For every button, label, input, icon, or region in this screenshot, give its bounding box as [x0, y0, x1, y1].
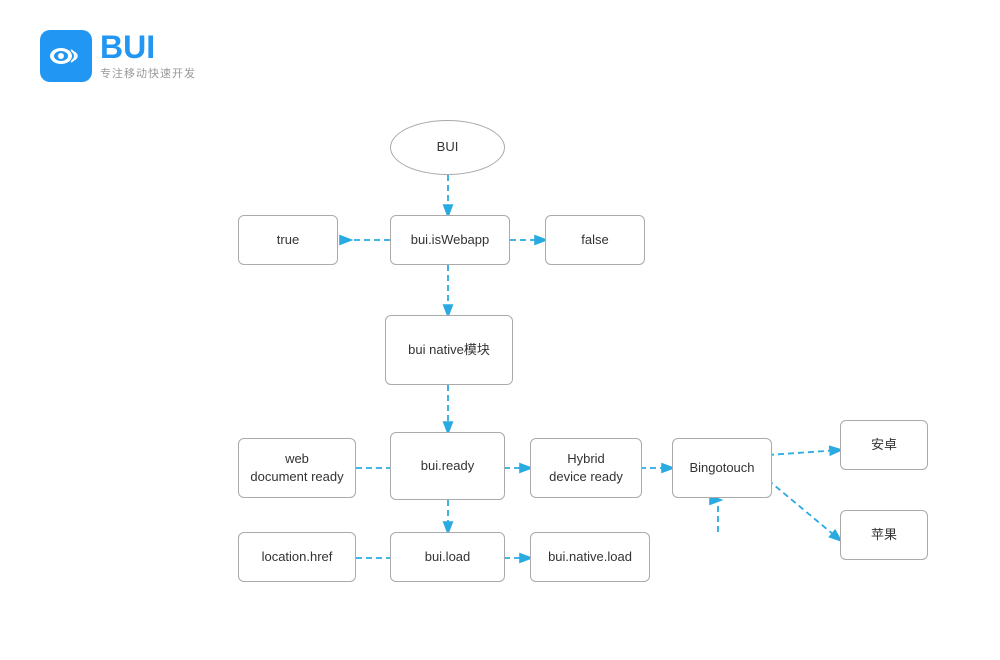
node-native-module: bui native模块 — [385, 315, 513, 385]
node-bui-load: bui.load — [390, 532, 505, 582]
node-bui-ready: bui.ready — [390, 432, 505, 500]
node-apple: 苹果 — [840, 510, 928, 560]
node-bingotouch: Bingotouch — [672, 438, 772, 498]
node-web-doc-ready: web document ready — [238, 438, 356, 498]
node-android: 安卓 — [840, 420, 928, 470]
node-iswebapp: bui.isWebapp — [390, 215, 510, 265]
node-location-href: location.href — [238, 532, 356, 582]
node-bui: BUI — [390, 120, 505, 175]
node-hybrid-device-ready: Hybrid device ready — [530, 438, 642, 498]
node-true: true — [238, 215, 338, 265]
node-false: false — [545, 215, 645, 265]
node-bui-native-load: bui.native.load — [530, 532, 650, 582]
diagram: BUI bui.isWebapp true false bui native模块… — [0, 0, 1000, 660]
